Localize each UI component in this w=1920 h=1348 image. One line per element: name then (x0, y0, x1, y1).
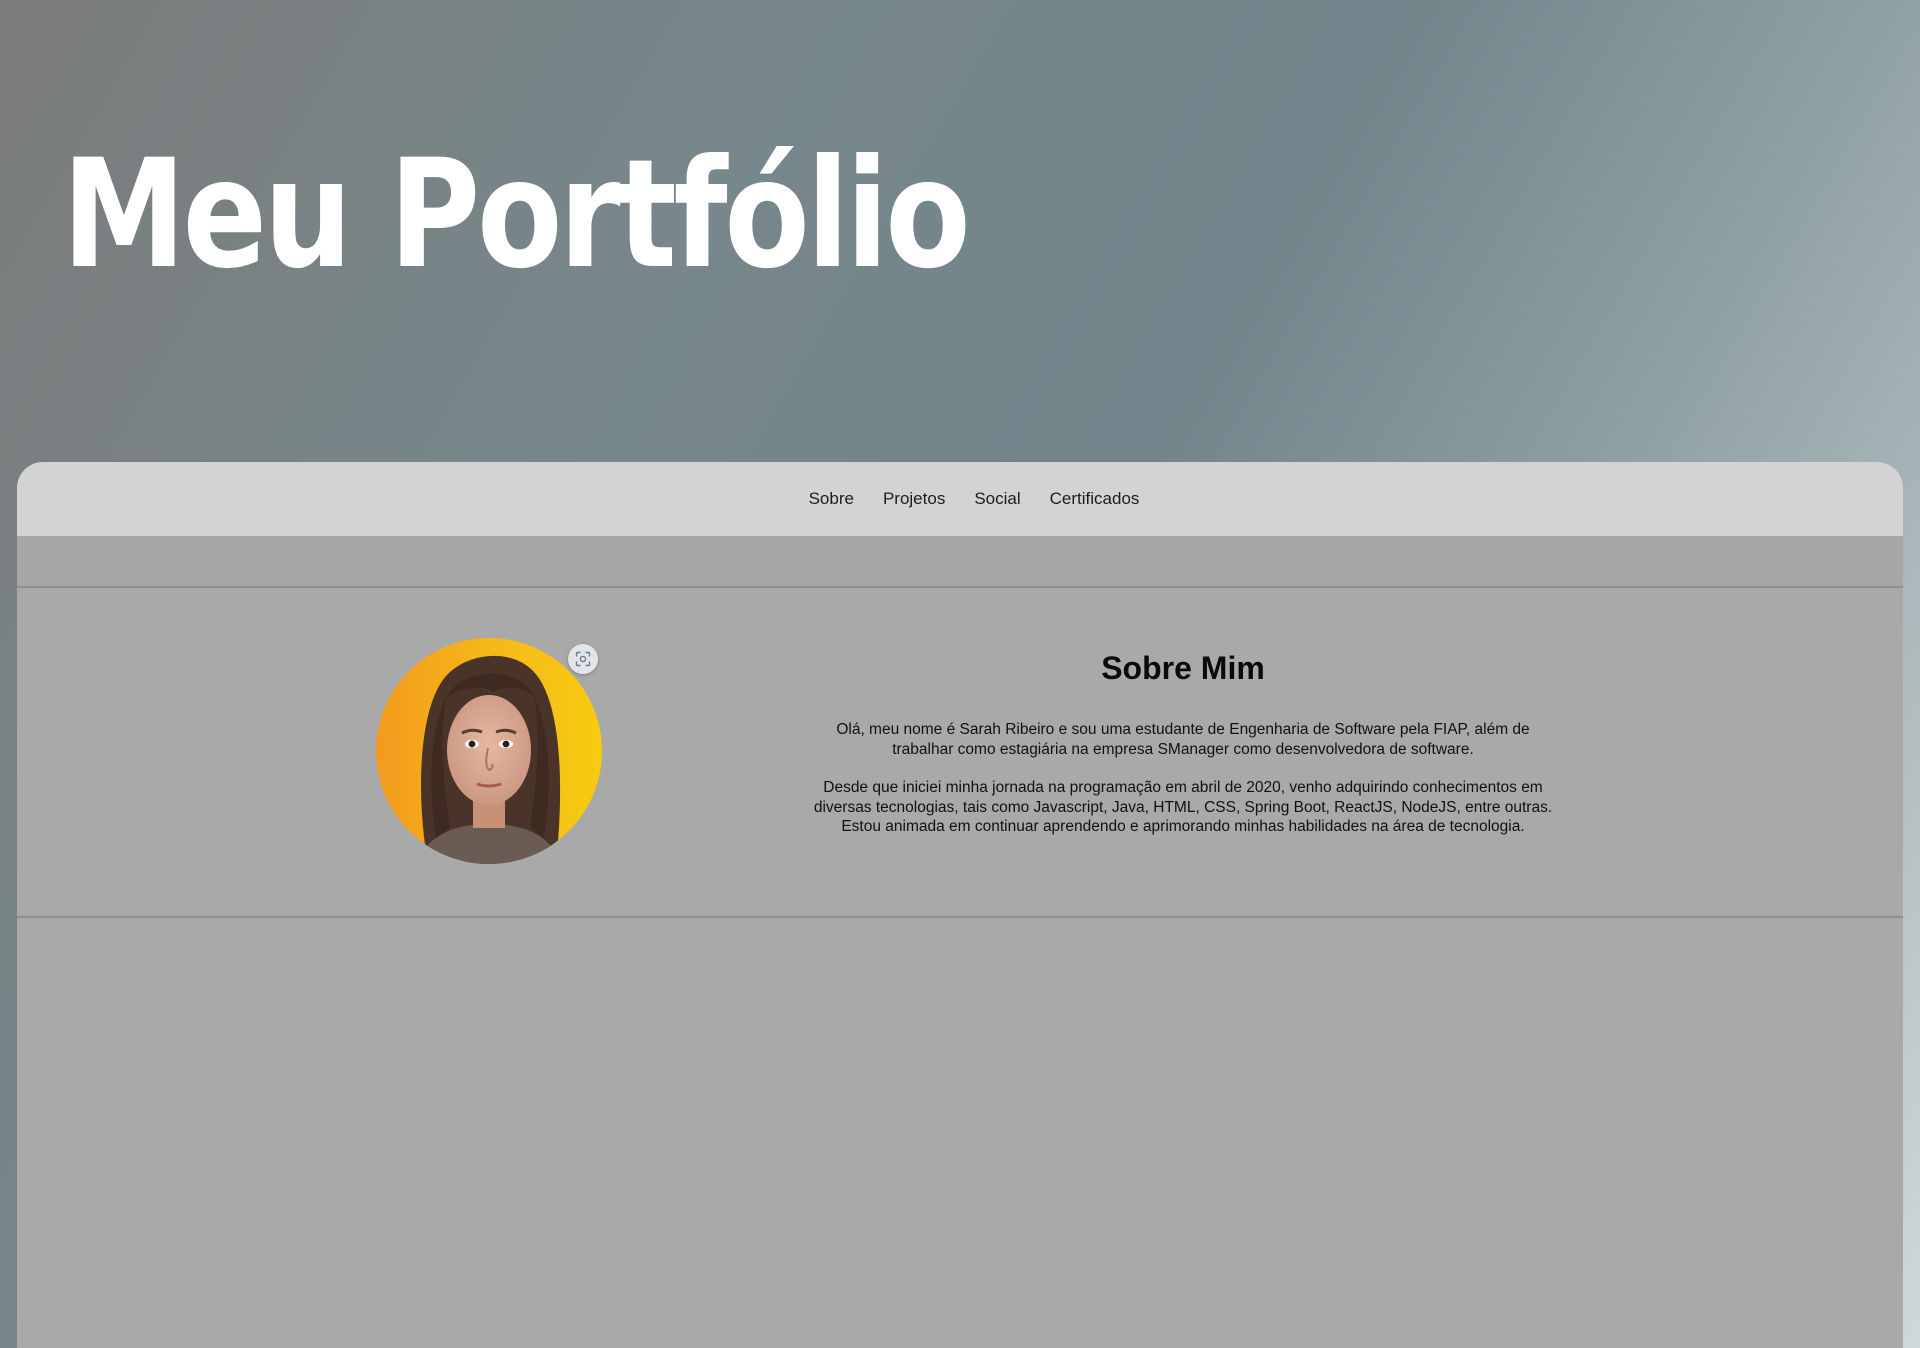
about-paragraph-intro: Olá, meu nome é Sarah Ribeiro e sou uma … (836, 721, 1530, 758)
visual-lookup-icon[interactable] (568, 644, 598, 674)
about-text-block: Sobre Mim Olá, meu nome é Sarah Ribeiro … (813, 648, 1553, 856)
about-paragraph-journey: Desde que iniciei minha jornada na progr… (813, 779, 1553, 835)
top-navbar: Sobre Projetos Social Certificados (17, 462, 1903, 536)
profile-photo (376, 638, 602, 864)
avatar (376, 638, 602, 864)
portfolio-window: Sobre Projetos Social Certificados Sobre… (17, 462, 1903, 1348)
nav-link-projetos[interactable]: Projetos (883, 485, 945, 513)
nav-link-sobre[interactable]: Sobre (809, 485, 854, 513)
nav-link-certificados[interactable]: Certificados (1050, 485, 1140, 513)
hero-title: Meu Portfólio (62, 128, 971, 302)
about-title: Sobre Mim (1101, 650, 1265, 686)
nav-link-social[interactable]: Social (974, 485, 1020, 513)
about-section: Sobre Mim Olá, meu nome é Sarah Ribeiro … (17, 588, 1903, 918)
header-spacer (17, 536, 1903, 588)
